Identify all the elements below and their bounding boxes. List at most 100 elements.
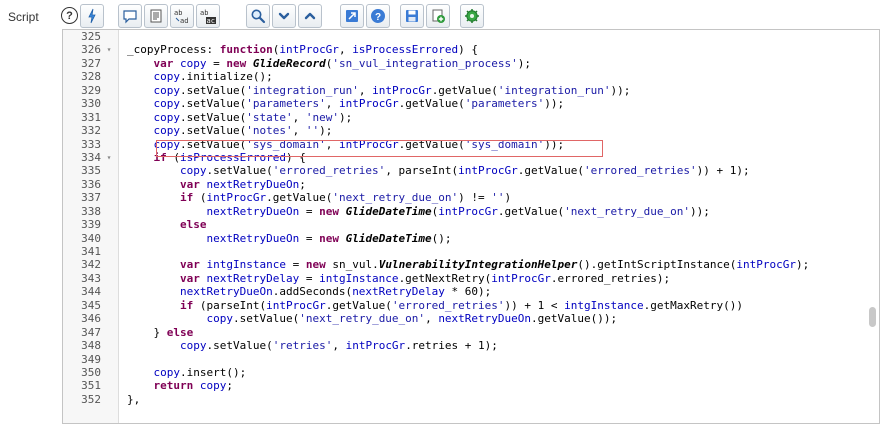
- code-line[interactable]: 351 return copy;: [63, 379, 879, 392]
- find-previous-button[interactable]: [298, 4, 322, 28]
- help-circle-icon: ?: [371, 9, 385, 23]
- code-line[interactable]: 327 var copy = new GlideRecord('sn_vul_i…: [63, 57, 879, 70]
- code-line[interactable]: 337 if (intProcGr.getValue('next_retry_d…: [63, 191, 879, 204]
- line-number: 345: [81, 298, 101, 312]
- code-text: else: [179, 218, 207, 232]
- code-text: if (isProcessErrored) {: [153, 150, 306, 164]
- chevron-down-icon: [278, 12, 290, 20]
- comment-button[interactable]: [118, 4, 142, 28]
- line-number: 348: [81, 339, 101, 353]
- code-text: copy.insert();: [153, 365, 247, 379]
- save-button[interactable]: [400, 4, 424, 28]
- line-number: 325: [81, 30, 101, 43]
- code-line[interactable]: 331 copy.setValue('state', 'new');: [63, 111, 879, 124]
- code-line[interactable]: 330 copy.setValue('parameters', intProcG…: [63, 97, 879, 110]
- code-text: nextRetryDueOn = new GlideDateTime(intPr…: [206, 204, 710, 218]
- line-number: 350: [81, 365, 101, 379]
- code-line[interactable]: 336 var nextRetryDueOn;: [63, 178, 879, 191]
- line-number: 336: [81, 177, 101, 191]
- code-line[interactable]: 349: [63, 353, 879, 366]
- code-line[interactable]: 339 else: [63, 218, 879, 231]
- svg-text:?: ?: [375, 12, 381, 23]
- code-line[interactable]: 332 copy.setValue('notes', '');: [63, 124, 879, 137]
- find-next-button[interactable]: [272, 4, 296, 28]
- save-icon: [406, 10, 418, 22]
- code-line[interactable]: 326 ▾ _copyProcess: function(intProcGr, is…: [63, 43, 879, 56]
- line-number: 329: [81, 83, 101, 97]
- line-number: 332: [81, 124, 101, 138]
- field-help-icon[interactable]: ?: [61, 7, 78, 24]
- code-text: var intgInstance = new sn_vul.Vulnerabil…: [179, 258, 810, 272]
- add-script-icon: [432, 9, 445, 23]
- code-line[interactable]: 342 var intgInstance = new sn_vul.Vulner…: [63, 258, 879, 271]
- search-button[interactable]: [246, 4, 270, 28]
- line-number: 326: [81, 43, 101, 57]
- code-text: copy.setValue('sys_domain', intProcGr.ge…: [153, 137, 565, 151]
- line-number: 330: [81, 97, 101, 111]
- replace-all-button[interactable]: ab ac: [196, 4, 220, 28]
- script-field-label: Script: [8, 10, 39, 24]
- code-text: var copy = new GlideRecord('sn_vul_integ…: [153, 56, 532, 70]
- code-line[interactable]: 346 copy.setValue('next_retry_due_on', n…: [63, 312, 879, 325]
- code-text: copy.setValue('parameters', intProcGr.ge…: [153, 97, 565, 111]
- code-text: nextRetryDueOn.addSeconds(nextRetryDelay…: [179, 285, 492, 299]
- code-line[interactable]: 347 } else: [63, 326, 879, 339]
- code-text: copy.setValue('notes', '');: [153, 124, 333, 138]
- svg-text:ad: ad: [180, 17, 188, 25]
- format-code-button[interactable]: [80, 4, 104, 28]
- open-external-icon: [346, 10, 358, 22]
- line-number: 333: [81, 137, 101, 151]
- code-text: copy.setValue('state', 'new');: [153, 110, 353, 124]
- code-line[interactable]: 328 copy.initialize();: [63, 70, 879, 83]
- code-line[interactable]: 345 if (parseInt(intProcGr.getValue('err…: [63, 299, 879, 312]
- code-editor[interactable]: 325 326 ▾ _copyProcess: function(intProcGr,…: [62, 29, 880, 424]
- help-button[interactable]: ?: [366, 4, 390, 28]
- code-text: } else: [127, 325, 194, 339]
- code-line[interactable]: 338 nextRetryDueOn = new GlideDateTime(i…: [63, 205, 879, 218]
- replace-button[interactable]: ab ad: [170, 4, 194, 28]
- code-text: copy.setValue('retries', intProcGr.retri…: [179, 339, 498, 353]
- line-number: 328: [81, 70, 101, 84]
- add-script-button[interactable]: [426, 4, 450, 28]
- code-text: copy.setValue('errored_retries', parseIn…: [179, 164, 750, 178]
- line-number: 347: [81, 325, 101, 339]
- fold-toggle-icon[interactable]: ▾: [104, 43, 114, 56]
- vertical-scrollbar[interactable]: [869, 307, 876, 327]
- replace-all-icon: ab ac: [200, 9, 216, 25]
- code-line[interactable]: 341: [63, 245, 879, 258]
- line-number: 331: [81, 110, 101, 124]
- code-lines: 325 326 ▾ _copyProcess: function(intProcGr,…: [63, 30, 879, 406]
- line-number: 335: [81, 164, 101, 178]
- code-line[interactable]: 352},: [63, 393, 879, 406]
- svg-text:ab: ab: [174, 9, 182, 17]
- line-number: 339: [81, 218, 101, 232]
- code-text: return copy;: [153, 379, 234, 393]
- code-line[interactable]: 344 nextRetryDueOn.addSeconds(nextRetryD…: [63, 285, 879, 298]
- document-button[interactable]: [144, 4, 168, 28]
- code-text: var nextRetryDelay = intgInstance.getNex…: [179, 271, 671, 285]
- code-text: _copyProcess: function(intProcGr, isProc…: [127, 43, 479, 57]
- code-line[interactable]: 333 copy.setValue('sys_domain', intProcG…: [63, 138, 879, 151]
- replace-icon: ab ad: [174, 9, 188, 25]
- svg-text:ab: ab: [200, 9, 208, 17]
- line-number: 340: [81, 231, 101, 245]
- settings-button[interactable]: [460, 4, 484, 28]
- document-icon: [150, 9, 162, 23]
- code-text: if (intProcGr.getValue('next_retry_due_o…: [179, 191, 512, 205]
- code-line[interactable]: 329 copy.setValue('integration_run', int…: [63, 84, 879, 97]
- open-external-button[interactable]: [340, 4, 364, 28]
- line-number: 352: [81, 392, 101, 406]
- code-line[interactable]: 350 copy.insert();: [63, 366, 879, 379]
- code-line[interactable]: 340 nextRetryDueOn = new GlideDateTime()…: [63, 232, 879, 245]
- line-number: 334: [81, 150, 101, 164]
- line-number: 349: [81, 352, 101, 366]
- search-icon: [251, 9, 266, 24]
- code-line[interactable]: 343 var nextRetryDelay = intgInstance.ge…: [63, 272, 879, 285]
- code-line[interactable]: 334 ▾ if (isProcessErrored) {: [63, 151, 879, 164]
- code-line[interactable]: 348 copy.setValue('retries', intProcGr.r…: [63, 339, 879, 352]
- fold-toggle-icon[interactable]: ▾: [104, 151, 114, 164]
- code-text: copy.setValue('next_retry_due_on', nextR…: [206, 312, 618, 326]
- line-number: 343: [81, 271, 101, 285]
- code-line[interactable]: 335 copy.setValue('errored_retries', par…: [63, 164, 879, 177]
- code-line[interactable]: 325: [63, 30, 879, 43]
